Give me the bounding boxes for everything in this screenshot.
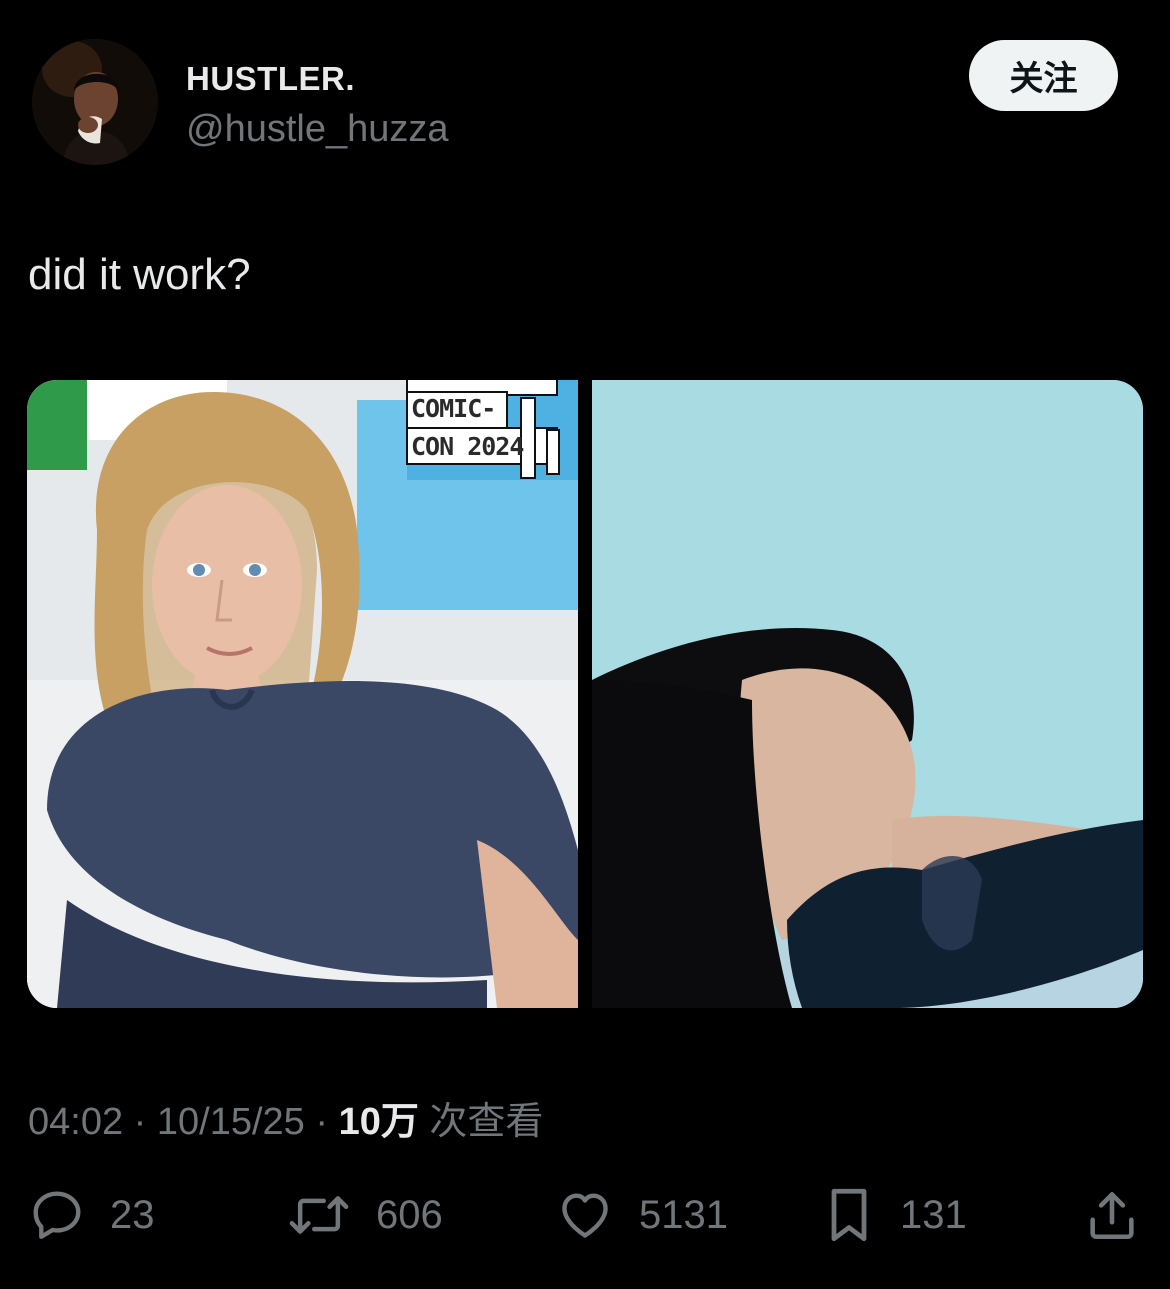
author-display-name[interactable]: HUSTLER. [186, 60, 355, 98]
heart-icon [555, 1186, 615, 1244]
views-count: 10万 [338, 1101, 419, 1143]
bookmark-button[interactable]: 131 [822, 1180, 967, 1250]
tweet-meta: 04:02 · 10/15/25 · 10万 次查看 [28, 1090, 543, 1145]
comic-con-sign-line-1: COMIC- [411, 394, 496, 423]
retweet-count: 606 [376, 1192, 443, 1237]
reply-icon [28, 1186, 86, 1244]
share-icon [1083, 1186, 1141, 1244]
comic-con-sign-line-2: CON 2024 [411, 432, 524, 461]
meta-separator: · [123, 1101, 157, 1143]
tweet-media: COMIC- CON 2024 [27, 380, 1143, 1008]
author-handle[interactable]: @hustle_huzza [186, 108, 449, 151]
media-photo-left[interactable]: COMIC- CON 2024 [27, 380, 578, 1008]
bookmark-icon [822, 1185, 876, 1245]
author-avatar[interactable] [32, 39, 158, 165]
retweet-button[interactable]: 606 [286, 1180, 443, 1250]
tweet-time[interactable]: 04:02 [28, 1101, 123, 1143]
media-photo-right[interactable] [592, 380, 1143, 1008]
meta-separator: · [304, 1101, 339, 1143]
bookmark-count: 131 [900, 1192, 967, 1237]
follow-button[interactable]: 关注 [969, 40, 1118, 111]
reply-button[interactable]: 23 [28, 1180, 155, 1250]
like-button[interactable]: 5131 [555, 1180, 728, 1250]
retweet-icon [286, 1186, 352, 1244]
share-button[interactable] [1083, 1180, 1141, 1250]
tweet-text: did it work? [28, 250, 251, 299]
tweet-date[interactable]: 10/15/25 [157, 1101, 305, 1143]
views-label: 次查看 [418, 1101, 544, 1143]
reply-count: 23 [110, 1192, 155, 1237]
like-count: 5131 [639, 1192, 728, 1237]
